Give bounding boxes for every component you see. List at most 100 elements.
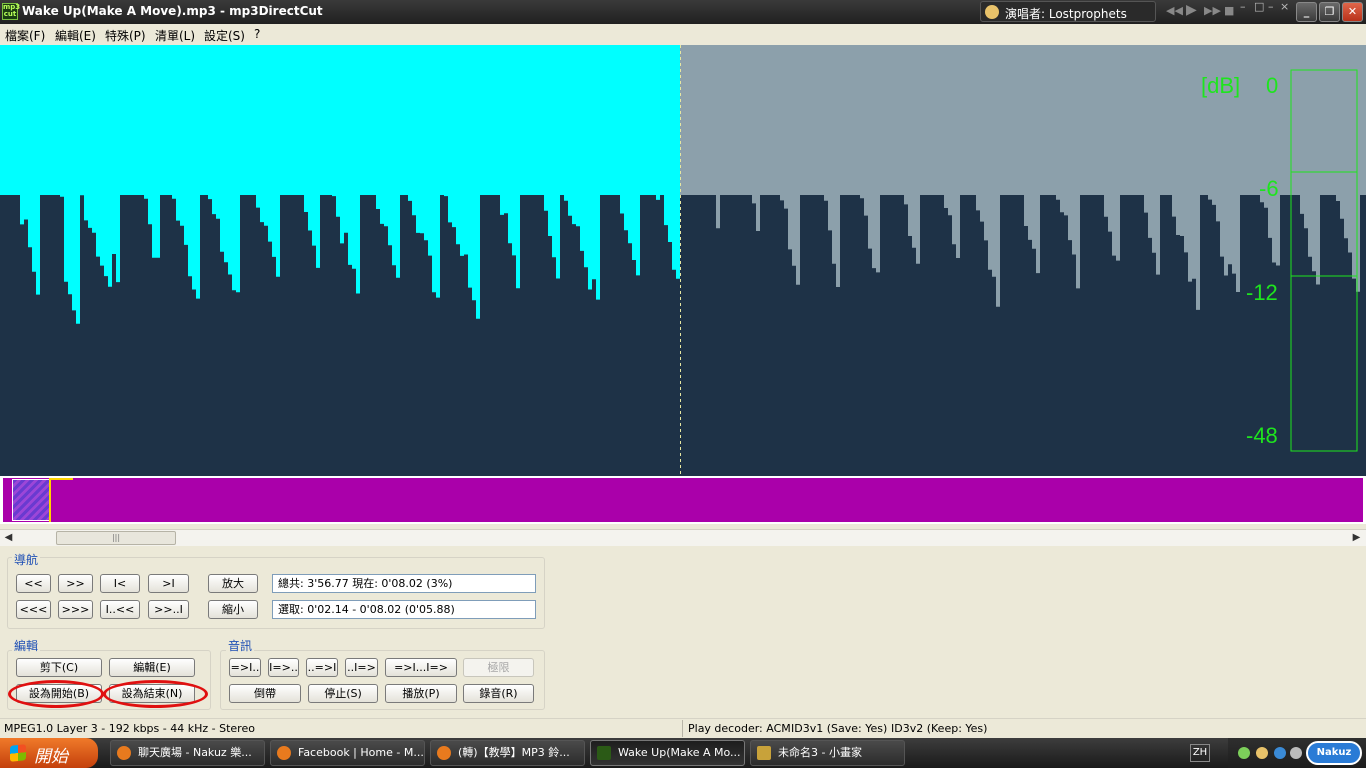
nakuz-logo: Nakuz xyxy=(1306,741,1362,765)
rewind-audio-button[interactable]: 倒帶 xyxy=(229,684,301,703)
mini-close-icon[interactable]: × xyxy=(1280,0,1289,13)
paint-icon xyxy=(757,746,771,760)
close-button[interactable]: ✕ xyxy=(1342,2,1363,22)
highlight-ring-start xyxy=(8,680,104,708)
cut-button[interactable]: 剪下(C) xyxy=(16,658,102,677)
status-bar: MPEG1.0 Layer 3 - 192 kbps - 44 kHz - St… xyxy=(0,718,1366,738)
language-indicator[interactable]: ZH xyxy=(1190,744,1210,762)
edit-group-label: 編輯 xyxy=(12,637,41,654)
mp3directcut-app-icon: mp3 cut xyxy=(2,3,21,20)
firefox-icon xyxy=(437,746,451,760)
user-face-icon[interactable] xyxy=(1256,747,1268,759)
taskbar-item-chat[interactable]: 聊天廣場 - Nakuz 樂... xyxy=(110,740,265,766)
singer-avatar-icon xyxy=(985,5,999,19)
title-bar: mp3 cut Wake Up(Make A Move).mp3 - mp3Di… xyxy=(0,0,1366,24)
record-button[interactable]: 錄音(R) xyxy=(463,684,534,703)
taskbar-item-tutorial[interactable]: (轉)【教學】MP3 鈴... xyxy=(430,740,585,766)
now-playing-text: 演唱者: Lostprophets xyxy=(1005,7,1127,21)
mp3directcut-icon xyxy=(597,746,611,760)
status-id3v2: ID3v2 (Keep: Yes) xyxy=(891,722,988,735)
zoom-out-button[interactable]: 縮小 xyxy=(208,600,258,619)
overview-selection[interactable] xyxy=(12,479,50,521)
edit-button[interactable]: 編輯(E) xyxy=(109,658,195,677)
minimize-button[interactable]: _ xyxy=(1296,2,1317,22)
db-label-48: -48 xyxy=(1246,423,1278,448)
stop-icon[interactable]: ■ xyxy=(1224,4,1234,17)
start-button[interactable]: 開始 xyxy=(0,738,98,768)
menu-settings[interactable]: 設定(S) xyxy=(204,27,245,44)
taskbar-item-paint[interactable]: 未命名3 - 小畫家 xyxy=(750,740,905,766)
messenger-icon[interactable] xyxy=(1238,747,1250,759)
go-end-button[interactable]: >I xyxy=(148,574,189,593)
db-label-0: 0 xyxy=(1266,73,1279,98)
play-to-end-button[interactable]: ..=>I xyxy=(306,658,338,677)
forward-button[interactable]: >> xyxy=(58,574,93,593)
window-title: Wake Up(Make A Move).mp3 - mp3DirectCut xyxy=(22,4,323,18)
waveform-canvas[interactable] xyxy=(0,45,1366,476)
play-icon[interactable]: ▶ xyxy=(1186,2,1197,18)
maximize-button[interactable]: ❐ xyxy=(1319,2,1340,22)
previous-track-icon[interactable]: ◀◀ xyxy=(1166,4,1183,17)
db-label-12: -12 xyxy=(1246,280,1278,305)
highlight-ring-end xyxy=(103,680,208,708)
stop-button[interactable]: 停止(S) xyxy=(308,684,378,703)
zoom-in-button[interactable]: 放大 xyxy=(208,574,258,593)
taskbar-item-label: 聊天廣場 - Nakuz 樂... xyxy=(138,746,252,759)
play-from-start-button[interactable]: =>I.. xyxy=(229,658,261,677)
db-unit-label: [dB] xyxy=(1201,73,1241,98)
mini-minimize-icon[interactable]: – xyxy=(1240,0,1246,13)
selection-info-field: 選取: 0'02.14 - 0'08.02 (0'05.88) xyxy=(272,600,536,619)
volume-icon[interactable] xyxy=(1290,747,1302,759)
status-separator xyxy=(682,720,683,737)
overview-view-marker[interactable] xyxy=(49,478,73,522)
audio-group-label: 音訊 xyxy=(226,637,255,654)
taskbar-item-label: Facebook | Home - M... xyxy=(298,746,424,759)
overview-track[interactable] xyxy=(0,476,1366,524)
waveform-shape xyxy=(0,195,1366,476)
firefox-icon xyxy=(117,746,131,760)
go-selection-end-button[interactable]: >>..I xyxy=(148,600,189,619)
taskbar-item-label: (轉)【教學】MP3 鈴... xyxy=(458,746,570,759)
db-label-6: -6 xyxy=(1259,176,1279,201)
go-start-button[interactable]: I< xyxy=(100,574,140,593)
overview-bar[interactable] xyxy=(3,478,1363,522)
mini-restore-icon[interactable]: □ xyxy=(1254,0,1264,13)
play-end-region-button[interactable]: ..I=> xyxy=(345,658,378,677)
taskbar-item-mp3directcut[interactable]: Wake Up(Make A Mo... xyxy=(590,740,745,766)
menu-bar: 檔案(F) 編輯(E) 特殊(P) 清單(L) 設定(S) ? xyxy=(0,24,1366,44)
menu-help[interactable]: ? xyxy=(254,27,260,41)
windows-logo-icon xyxy=(10,744,26,762)
menu-special[interactable]: 特殊(P) xyxy=(105,27,146,44)
status-id3v1: ID3v1 (Save: Yes) xyxy=(791,722,888,735)
menu-list[interactable]: 清單(L) xyxy=(155,27,195,44)
go-selection-start-button[interactable]: I..<< xyxy=(100,600,140,619)
play-selection-button[interactable]: =>I...I=> xyxy=(385,658,457,677)
play-button[interactable]: 播放(P) xyxy=(385,684,457,703)
taskbar-item-label: Wake Up(Make A Mo... xyxy=(618,746,741,759)
status-format: MPEG1.0 Layer 3 - 192 kbps - 44 kHz - St… xyxy=(4,722,255,735)
taskbar: 開始 聊天廣場 - Nakuz 樂... Facebook | Home - M… xyxy=(0,738,1366,768)
limit-button[interactable]: 極限 xyxy=(463,658,534,677)
fast-rewind-button[interactable]: <<< xyxy=(16,600,51,619)
rewind-button[interactable]: << xyxy=(16,574,51,593)
taskbar-item-facebook[interactable]: Facebook | Home - M... xyxy=(270,740,425,766)
firefox-icon xyxy=(277,746,291,760)
scroll-right-arrow-icon[interactable]: ▶ xyxy=(1349,531,1364,545)
network-icon[interactable] xyxy=(1274,747,1286,759)
start-label: 開始 xyxy=(34,747,68,767)
fast-forward-button[interactable]: >>> xyxy=(58,600,93,619)
play-start-region-button[interactable]: I=>.. xyxy=(268,658,299,677)
mini-minimize2-icon[interactable]: – xyxy=(1268,0,1274,13)
menu-file[interactable]: 檔案(F) xyxy=(5,27,45,44)
waveform-view[interactable]: [dB] 0 -6 -12 -48 xyxy=(0,45,1366,476)
taskbar-item-label: 未命名3 - 小畫家 xyxy=(778,746,862,759)
scroll-thumb[interactable]: ||| xyxy=(56,531,176,545)
menu-edit[interactable]: 編輯(E) xyxy=(55,27,96,44)
now-playing-widget[interactable]: 演唱者: Lostprophets xyxy=(980,1,1156,22)
status-decoder: Play decoder: ACM xyxy=(688,722,791,735)
scroll-left-arrow-icon[interactable]: ◀ xyxy=(1,531,16,545)
horizontal-scrollbar[interactable]: ◀ ||| ▶ xyxy=(0,529,1366,546)
next-track-icon[interactable]: ▶▶ xyxy=(1204,4,1221,17)
navigation-group-label: 導航 xyxy=(12,551,41,568)
time-info-field: 總共: 3'56.77 現在: 0'08.02 (3%) xyxy=(272,574,536,593)
